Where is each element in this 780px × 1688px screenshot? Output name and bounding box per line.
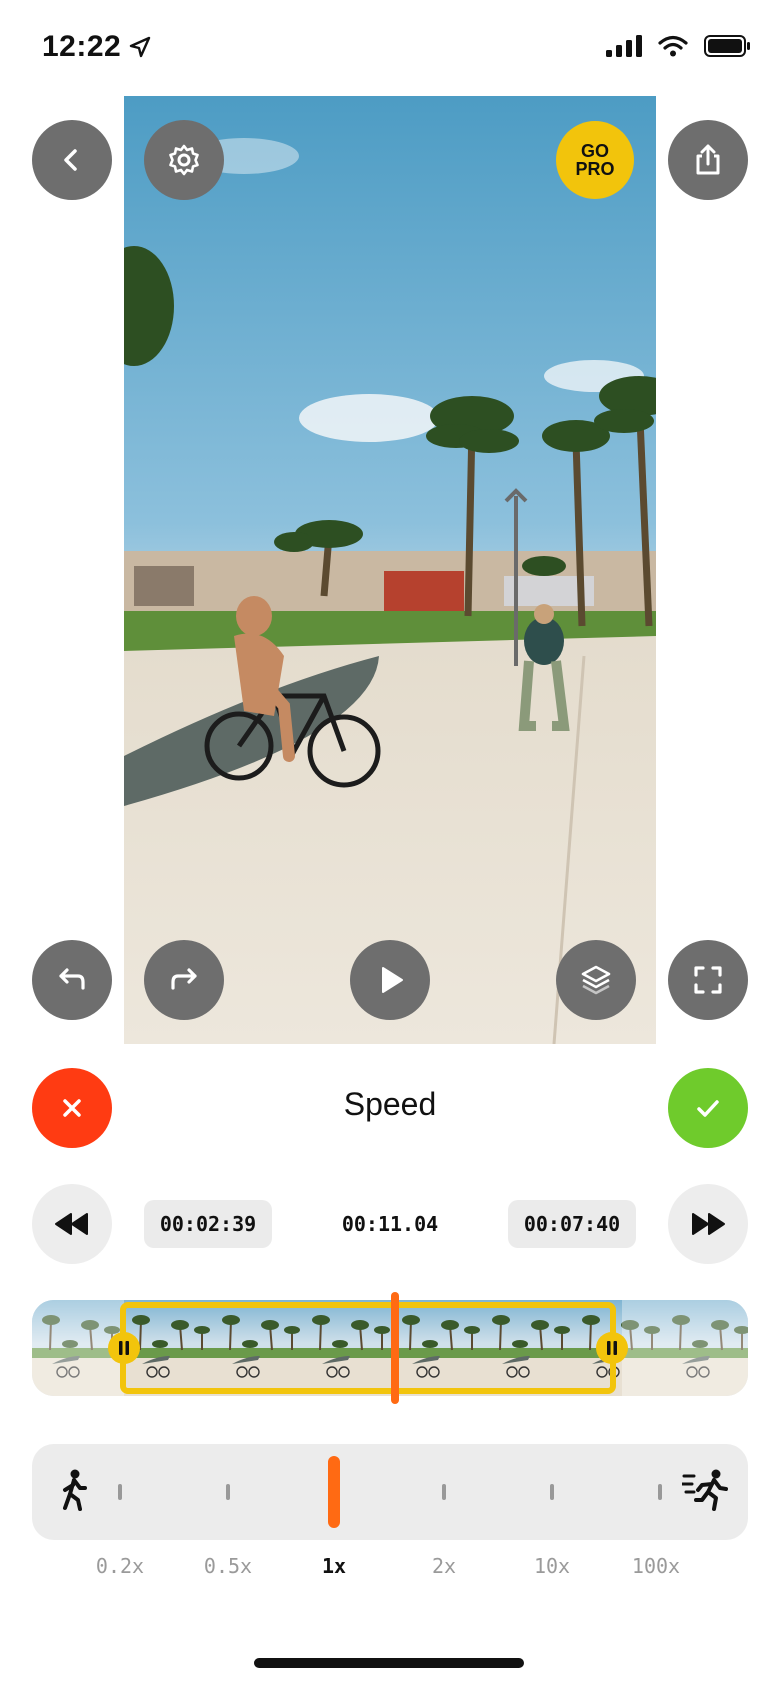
settings-button[interactable] bbox=[144, 120, 224, 200]
playhead[interactable] bbox=[391, 1292, 399, 1404]
layers-icon bbox=[581, 965, 611, 995]
rewind-icon bbox=[55, 1213, 88, 1235]
cellular-signal-icon bbox=[606, 35, 642, 57]
video-preview[interactable] bbox=[124, 96, 656, 1044]
check-icon bbox=[697, 1100, 719, 1117]
trim-start-handle[interactable] bbox=[108, 1332, 140, 1364]
trim-end-handle[interactable] bbox=[596, 1332, 628, 1364]
chevron-left-icon bbox=[64, 149, 77, 171]
running-icon bbox=[680, 1468, 730, 1512]
home-indicator[interactable] bbox=[254, 1658, 524, 1668]
speed-option-2x[interactable]: 2x bbox=[404, 1554, 484, 1578]
battery-icon bbox=[704, 35, 750, 57]
speed-tick bbox=[226, 1484, 230, 1500]
speed-tick bbox=[550, 1484, 554, 1500]
share-icon bbox=[696, 144, 720, 175]
fast-forward-button[interactable] bbox=[668, 1184, 748, 1264]
play-icon bbox=[382, 967, 403, 993]
speed-option-10x[interactable]: 10x bbox=[512, 1554, 592, 1578]
redo-icon bbox=[171, 968, 197, 990]
share-button[interactable] bbox=[668, 120, 748, 200]
status-indicators bbox=[606, 32, 750, 60]
speed-option-1x[interactable]: 1x bbox=[294, 1554, 374, 1578]
undo-icon bbox=[59, 968, 85, 990]
undo-button[interactable] bbox=[32, 940, 112, 1020]
play-button[interactable] bbox=[350, 940, 430, 1020]
redo-button[interactable] bbox=[144, 940, 224, 1020]
fullscreen-button[interactable] bbox=[668, 940, 748, 1020]
pause-icon bbox=[119, 1341, 129, 1355]
gear-icon bbox=[169, 144, 199, 176]
speed-option-0-2x[interactable]: 0.2x bbox=[80, 1554, 160, 1578]
go-pro-button[interactable]: GO PRO bbox=[556, 121, 634, 199]
speed-tick bbox=[118, 1484, 122, 1500]
speed-option-0-5x[interactable]: 0.5x bbox=[188, 1554, 268, 1578]
page-title: Speed bbox=[343, 1086, 437, 1122]
trim-end-time[interactable]: 00:07:40 bbox=[508, 1200, 636, 1248]
status-time: 12:22 bbox=[42, 30, 122, 63]
speed-option-100x[interactable]: 100x bbox=[616, 1554, 696, 1578]
speed-slider-knob[interactable] bbox=[328, 1456, 340, 1528]
fast-forward-icon bbox=[692, 1213, 725, 1235]
current-time: 00:11.04 bbox=[341, 1212, 439, 1236]
wifi-icon bbox=[658, 35, 688, 57]
pause-icon bbox=[607, 1341, 617, 1355]
trim-range[interactable] bbox=[120, 1302, 616, 1394]
layers-button[interactable] bbox=[556, 940, 636, 1020]
speed-slider[interactable] bbox=[32, 1444, 748, 1540]
trim-start-time[interactable]: 00:02:39 bbox=[144, 1200, 272, 1248]
fullscreen-icon bbox=[694, 966, 722, 994]
back-button[interactable] bbox=[32, 120, 112, 200]
speed-tick bbox=[442, 1484, 446, 1500]
location-arrow-icon bbox=[128, 35, 152, 59]
confirm-button[interactable] bbox=[668, 1068, 748, 1148]
rewind-button[interactable] bbox=[32, 1184, 112, 1264]
walking-icon bbox=[56, 1468, 92, 1512]
speed-tick bbox=[658, 1484, 662, 1500]
